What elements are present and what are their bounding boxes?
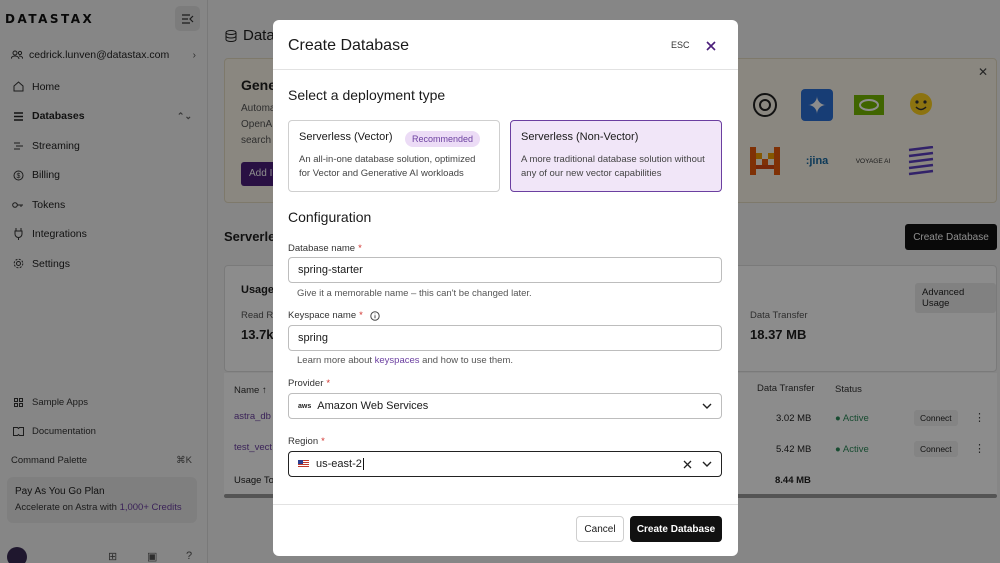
chevron-down-icon[interactable] — [702, 461, 712, 467]
deployment-option-serverless-non-vector[interactable]: Serverless (Non-Vector) A more tradition… — [510, 120, 722, 192]
deployment-type-title: Select a deployment type — [288, 87, 446, 103]
info-icon[interactable] — [370, 310, 380, 321]
option-description: A more traditional database solution wit… — [521, 154, 705, 179]
deployment-option-serverless-vector[interactable]: Serverless (Vector) Recommended An all-i… — [288, 120, 500, 192]
region-label: Region * — [288, 436, 325, 447]
text-caret — [362, 458, 364, 470]
input-value: us-east-2 — [316, 458, 362, 470]
input-value: spring-starter — [298, 264, 363, 276]
required-marker: * — [326, 378, 331, 389]
create-database-submit-button[interactable]: Create Database — [630, 516, 722, 542]
clear-icon[interactable] — [683, 460, 692, 469]
close-icon — [706, 41, 716, 51]
help-text: and how to use them. — [422, 355, 514, 366]
dialog-footer: Cancel Create Database — [273, 504, 738, 556]
create-database-dialog: Create Database ESC Select a deployment … — [273, 20, 738, 556]
us-flag-icon — [298, 460, 309, 468]
required-marker: * — [321, 436, 325, 447]
esc-hint: ESC — [671, 40, 690, 50]
keyspace-name-label: Keyspace name * — [288, 310, 380, 321]
provider-label: Provider * — [288, 378, 330, 389]
keyspace-help: Learn more about keyspaces and how to us… — [297, 355, 513, 366]
keyspaces-link[interactable]: keyspaces — [375, 355, 420, 366]
label-text: Region — [288, 436, 319, 447]
close-dialog-button[interactable] — [703, 38, 719, 54]
database-name-input[interactable]: spring-starter — [288, 257, 722, 283]
keyspace-name-input[interactable]: spring — [288, 325, 722, 351]
input-value: spring — [298, 332, 328, 344]
chevron-down-icon — [702, 403, 712, 409]
required-marker: * — [359, 310, 363, 321]
label-text: Provider — [288, 378, 324, 389]
region-select-input[interactable]: us-east-2 — [288, 451, 722, 477]
label-text: Keyspace name — [288, 310, 357, 321]
dialog-header: Create Database ESC — [273, 20, 738, 70]
database-name-help: Give it a memorable name – this can't be… — [297, 288, 532, 299]
provider-select[interactable]: aws Amazon Web Services — [288, 393, 722, 419]
dialog-title: Create Database — [288, 37, 409, 54]
cancel-button[interactable]: Cancel — [576, 516, 624, 542]
option-title: Serverless (Non-Vector) — [521, 131, 639, 143]
option-description: An all-in-one database solution, optimiz… — [299, 154, 476, 179]
help-text: Learn more about — [297, 355, 372, 366]
configuration-title: Configuration — [288, 209, 372, 225]
recommended-badge: Recommended — [405, 131, 481, 147]
select-value: Amazon Web Services — [317, 400, 429, 412]
aws-logo: aws — [298, 402, 312, 410]
required-marker: * — [358, 243, 362, 254]
database-name-label: Database name * — [288, 243, 362, 254]
label-text: Database name — [288, 243, 356, 254]
